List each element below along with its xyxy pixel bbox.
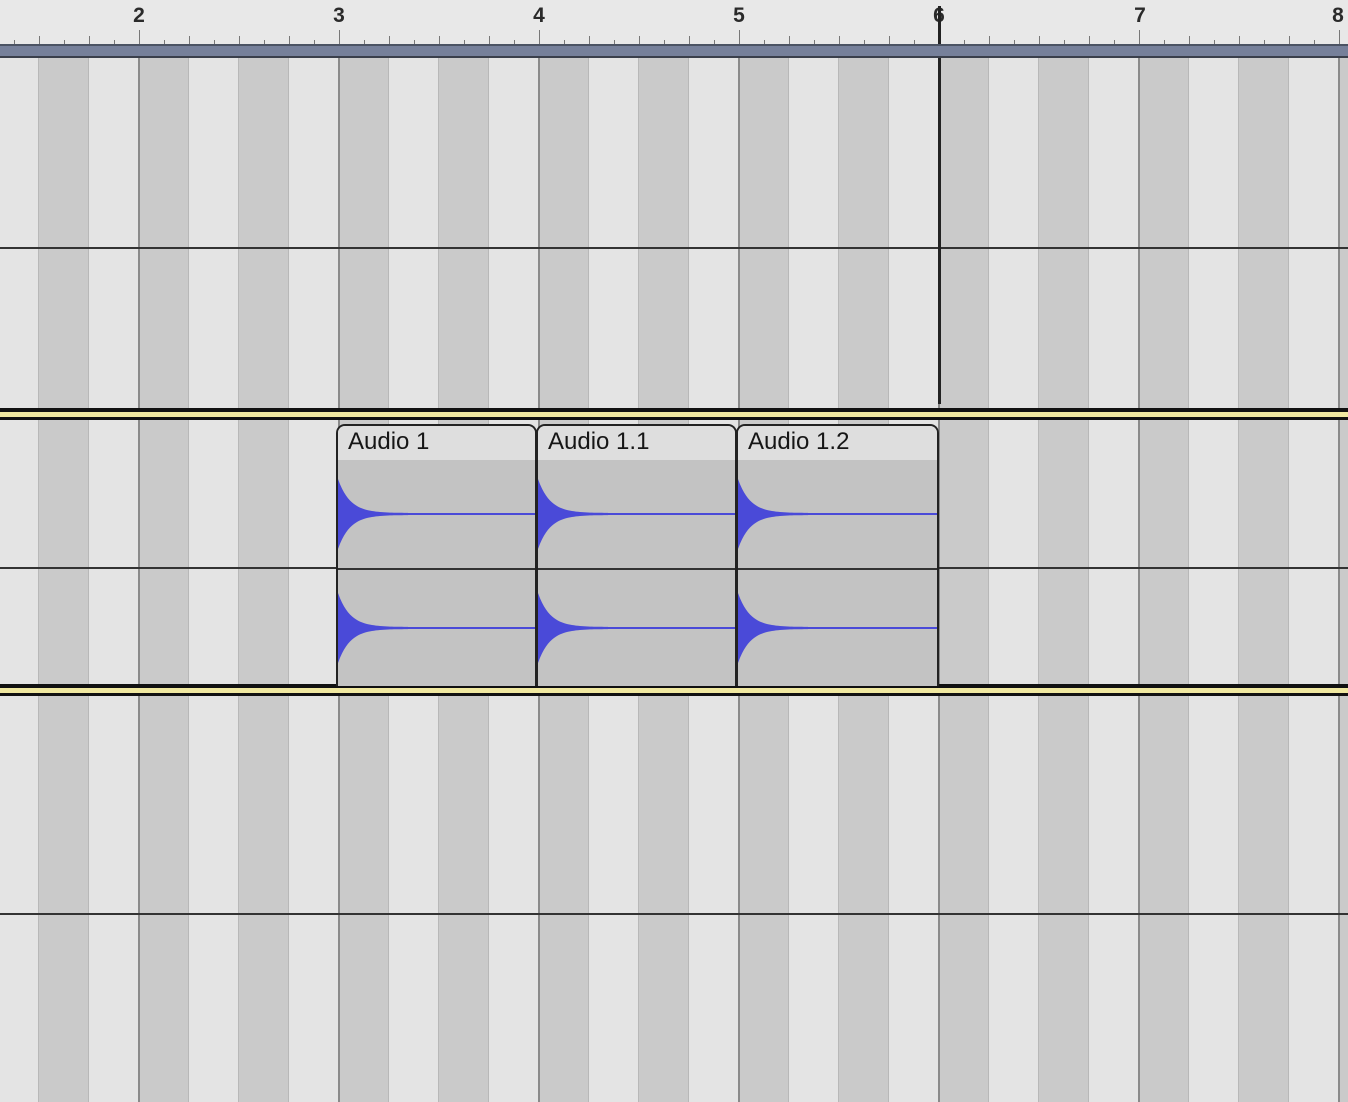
- waveform: [338, 479, 535, 663]
- ruler-tick: [1289, 36, 1290, 44]
- ruler-tick: [1139, 30, 1140, 44]
- beat-line: [1088, 58, 1089, 1102]
- ruler-tick: [1089, 36, 1090, 44]
- beat-line: [38, 58, 39, 1102]
- waveform: [738, 479, 937, 663]
- selected-track-top-border: [0, 408, 1348, 420]
- audio-region[interactable]: Audio 1: [336, 424, 537, 686]
- ruler-tick: [839, 36, 840, 44]
- ruler-tick: [989, 36, 990, 44]
- beat-line: [1238, 58, 1239, 1102]
- beat-line: [188, 58, 189, 1102]
- track-lane-divider: [0, 247, 1348, 249]
- beat-line: [1188, 58, 1189, 1102]
- bar-label-7: 7: [1134, 4, 1146, 27]
- playhead-marker[interactable]: [938, 6, 941, 44]
- ruler-tick: [89, 36, 90, 44]
- beat-shade: [1039, 58, 1089, 1102]
- ruler-tick: [589, 36, 590, 44]
- bar-line: [138, 58, 140, 1102]
- ruler-tick: [39, 36, 40, 44]
- ruler-tick: [139, 30, 140, 44]
- bar-label-5: 5: [733, 4, 745, 27]
- ruler-tick: [1039, 36, 1040, 44]
- audio-region[interactable]: Audio 1.2: [736, 424, 939, 686]
- beat-shade: [39, 58, 89, 1102]
- beat-line: [988, 58, 989, 1102]
- audio-region[interactable]: Audio 1.1: [536, 424, 737, 686]
- beat-line: [1038, 58, 1039, 1102]
- ruler-tick: [189, 36, 190, 44]
- channel-divider: [538, 568, 735, 570]
- ruler-tick: [639, 36, 640, 44]
- ruler-tick: [1339, 30, 1340, 44]
- beat-shade: [1339, 58, 1348, 1102]
- timeline-ruler[interactable]: 2 3 4 5 6 7 8: [0, 0, 1348, 44]
- bar-label-3: 3: [333, 4, 345, 27]
- ruler-tick: [1239, 36, 1240, 44]
- ruler-tick: [339, 30, 340, 44]
- bar-label-8: 8: [1332, 4, 1344, 27]
- waveform: [538, 479, 735, 663]
- ruler-tick: [389, 36, 390, 44]
- channel-divider: [738, 568, 937, 570]
- beat-shade: [1239, 58, 1289, 1102]
- arrange-window: 2 3 4 5 6 7 8 Audio 1 Audio 1.1: [0, 0, 1348, 1102]
- bar-line: [1338, 58, 1340, 1102]
- beat-line: [88, 58, 89, 1102]
- ruler-tick: [789, 36, 790, 44]
- track-lane-divider: [0, 913, 1348, 915]
- ruler-tick: [239, 36, 240, 44]
- ruler-tick: [889, 36, 890, 44]
- beat-shade: [139, 58, 189, 1102]
- ruler-tick: [439, 36, 440, 44]
- beat-line: [238, 58, 239, 1102]
- tracks-area[interactable]: Audio 1 Audio 1.1 Audio 1.2: [0, 58, 1348, 1102]
- ruler-tick: [1189, 36, 1190, 44]
- bar-line: [1138, 58, 1140, 1102]
- bar-label-2: 2: [133, 4, 145, 27]
- beat-shade: [239, 58, 289, 1102]
- playhead-line[interactable]: [938, 58, 941, 404]
- ruler-tick: [289, 36, 290, 44]
- ruler-tick: [489, 36, 490, 44]
- beat-line: [288, 58, 289, 1102]
- beat-shade: [939, 58, 989, 1102]
- cycle-region-bar[interactable]: [0, 44, 1348, 58]
- channel-divider: [338, 568, 535, 570]
- ruler-tick: [689, 36, 690, 44]
- beat-line: [1288, 58, 1289, 1102]
- bar-label-4: 4: [533, 4, 545, 27]
- ruler-tick: [739, 30, 740, 44]
- ruler-tick: [539, 30, 540, 44]
- beat-shade: [1139, 58, 1189, 1102]
